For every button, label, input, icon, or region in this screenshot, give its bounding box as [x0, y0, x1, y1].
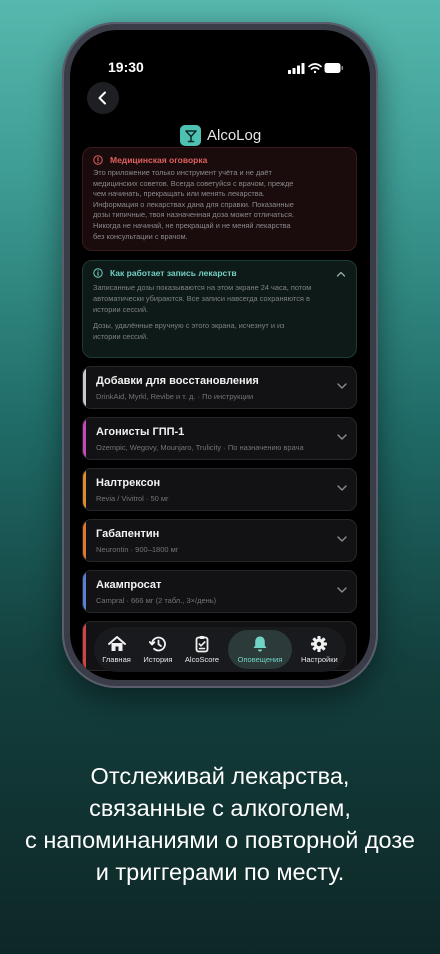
tab-history[interactable]: История [139, 630, 176, 669]
app-logo: AlcoLog [180, 125, 261, 146]
tab-home[interactable]: Главная [98, 630, 135, 669]
medication-logging-info-card[interactable]: Как работает запись лекарств Записанные … [82, 260, 357, 358]
tab-label: AlcoScore [184, 655, 220, 664]
phone-frame: 19:30 AlcoLog Медицинская оговорка Это п… [62, 22, 378, 688]
disclaimer-text: Это приложение только инструмент учёта и… [93, 168, 295, 241]
bell-icon [253, 636, 267, 652]
chevron-up-icon[interactable] [336, 270, 346, 278]
chevron-left-icon [98, 91, 106, 105]
medication-subtitle: Ozempic, Wegovy, Mounjaro, Trulicity · П… [96, 443, 304, 452]
tab-label: Главная [102, 655, 131, 664]
app-screen: 19:30 AlcoLog Медицинская оговорка Это п… [70, 30, 370, 680]
dynamic-island [183, 40, 269, 64]
medication-item-acamprosate[interactable]: Акампросат Campral · 666 мг (2 табл., 3×… [82, 570, 357, 613]
medication-item-naltrexone[interactable]: Налтрексон Revia / Vivitrol · 50 мг [82, 468, 357, 511]
medication-subtitle: DrinkAid, Myrkl, Revibe и т. д. · По инс… [96, 392, 254, 401]
info-icon [93, 268, 103, 278]
tab-bar: Главная История AlcoScore Оповещения Нас… [94, 627, 346, 672]
caption-line: с напоминаниями о повторной дозе [25, 827, 415, 853]
info-title: Как работает запись лекарств [110, 268, 237, 278]
chevron-down-icon [337, 383, 347, 389]
accent-bar [83, 418, 86, 459]
accent-bar [83, 469, 86, 510]
accent-bar [83, 520, 86, 561]
wifi-icon [308, 63, 322, 74]
disclaimer-title: Медицинская оговорка [110, 155, 208, 165]
tab-label: Настройки [300, 655, 338, 664]
tab-notifications[interactable]: Оповещения [227, 630, 293, 669]
battery-icon [324, 63, 344, 73]
history-icon [148, 636, 166, 652]
status-time: 19:30 [108, 59, 144, 75]
medical-disclaimer-card: Медицинская оговорка Это приложение толь… [82, 147, 357, 251]
promo-caption: Отслеживай лекарства, связанные с алкого… [0, 760, 440, 888]
chevron-down-icon [337, 536, 347, 542]
accent-bar [83, 367, 86, 408]
accent-bar [83, 622, 86, 670]
clipboard-icon [195, 636, 209, 653]
medication-item-glp1-agonists[interactable]: Агонисты ГПП-1 Ozempic, Wegovy, Mounjaro… [82, 417, 357, 460]
home-icon [107, 636, 126, 651]
status-icons [288, 61, 344, 79]
medication-item-gabapentin[interactable]: Габапентин Neurontin · 900–1800 мг [82, 519, 357, 562]
medication-item-recovery-supplements[interactable]: Добавки для восстановления DrinkAid, Myr… [82, 366, 357, 409]
tab-alcoscore[interactable]: AlcoScore [181, 630, 223, 669]
medication-subtitle: Revia / Vivitrol · 50 мг [96, 494, 169, 503]
medication-name: Налтрексон [96, 477, 161, 489]
cocktail-icon [180, 125, 201, 146]
tab-label: Оповещения [237, 655, 283, 664]
app-name: AlcoLog [207, 127, 262, 144]
back-button[interactable] [87, 82, 119, 114]
medication-name: Акампросат [96, 579, 162, 591]
medication-name: Габапентин [96, 528, 160, 540]
medication-subtitle: Neurontin · 900–1800 мг [96, 545, 179, 554]
caption-line: Отслеживай лекарства, [90, 763, 350, 789]
caption-line: и триггерами по месту. [95, 859, 345, 885]
medication-name: Агонисты ГПП-1 [96, 426, 185, 438]
medication-name: Добавки для восстановления [96, 375, 259, 387]
tab-settings[interactable]: Настройки [297, 630, 342, 669]
chevron-down-icon [337, 587, 347, 593]
medication-subtitle: Campral · 666 мг (2 табл., 3×/день) [96, 596, 217, 605]
chevron-down-icon [337, 485, 347, 491]
tab-label: История [143, 655, 173, 664]
signal-icon [288, 63, 305, 74]
chevron-down-icon [337, 434, 347, 440]
accent-bar [83, 571, 86, 612]
gear-icon [311, 636, 328, 652]
warning-icon [93, 155, 103, 165]
caption-line: связанные с алкоголем, [89, 795, 351, 821]
info-text: Записанные дозы показываются на этом экр… [93, 283, 312, 342]
